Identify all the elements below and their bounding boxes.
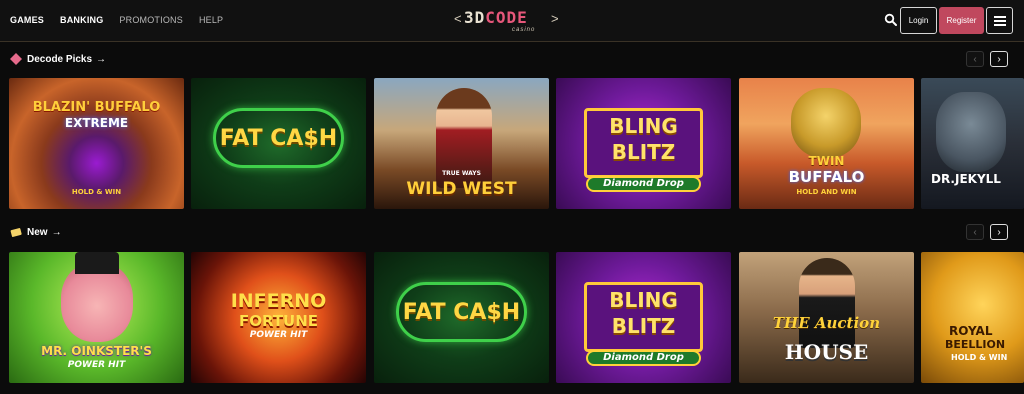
nav-help[interactable]: HELP — [199, 15, 223, 25]
register-button[interactable]: Register — [939, 7, 984, 34]
site-logo[interactable]: < 3DCODE > casino — [454, 8, 564, 34]
game-tile[interactable]: INFERNO FORTUNE POWER HIT — [191, 252, 366, 383]
game-tile[interactable]: BLING BLITZ Diamond Drop — [556, 78, 731, 209]
character-figure — [791, 88, 861, 158]
chevron-right-icon: › — [997, 226, 1001, 238]
game-tile[interactable]: MR. OINKSTER'S POWER HIT — [9, 252, 184, 383]
hamburger-menu-button[interactable] — [986, 7, 1013, 34]
top-hat — [75, 252, 119, 274]
hamburger-icon — [993, 15, 1006, 26]
game-tile[interactable]: THE Auction HOUSE — [739, 252, 914, 383]
game-tile[interactable]: TRUE WAYS WILD WEST — [374, 78, 549, 209]
character-figure — [61, 262, 133, 342]
login-button[interactable]: Login — [900, 7, 937, 34]
top-header: GAMES BANKING PROMOTIONS HELP < 3DCODE >… — [0, 0, 1024, 42]
chevron-right-icon: › — [997, 53, 1001, 65]
logo-subtitle: casino — [512, 27, 536, 33]
chevron-left-icon: ‹ — [973, 53, 977, 65]
diamond-icon — [10, 53, 22, 65]
logo-brand: 3DCODE — [464, 8, 528, 27]
game-tile[interactable]: DR.JEKYLL — [921, 78, 1024, 209]
arrow-right-icon: → — [51, 226, 62, 238]
ticket-icon — [10, 228, 22, 237]
game-tile[interactable]: BLING BLITZ Diamond Drop — [556, 252, 731, 383]
game-tile[interactable]: ROYAL BEELLION HOLD & WIN — [921, 252, 1024, 383]
chevron-left-icon: ‹ — [973, 226, 977, 238]
section-header-new[interactable]: New → — [10, 224, 62, 240]
logo-left-chevron-icon: < — [454, 11, 462, 26]
nav-banking[interactable]: BANKING — [60, 15, 103, 25]
logo-right-chevron-icon: > — [551, 11, 559, 26]
carousel-prev-button[interactable]: ‹ — [966, 224, 984, 240]
carousel-next-button[interactable]: › — [990, 224, 1008, 240]
character-figure — [936, 92, 1006, 172]
section-title: New — [27, 226, 48, 238]
search-icon[interactable] — [884, 13, 898, 27]
section-header-decode-picks[interactable]: Decode Picks → — [10, 51, 106, 67]
nav-promotions[interactable]: PROMOTIONS — [119, 15, 183, 25]
section-title: Decode Picks — [27, 53, 93, 65]
carousel-prev-button[interactable]: ‹ — [966, 51, 984, 67]
carousel-next-button[interactable]: › — [990, 51, 1008, 67]
game-tile[interactable]: TWIN BUFFALO HOLD AND WIN — [739, 78, 914, 209]
game-tile[interactable]: BLAZIN' BUFFALO EXTREME HOLD & WIN — [9, 78, 184, 209]
game-tile[interactable]: FAT CA$H — [374, 252, 549, 383]
game-tile[interactable]: FAT CA$H — [191, 78, 366, 209]
main-nav: GAMES BANKING PROMOTIONS HELP — [10, 15, 239, 25]
arrow-right-icon: → — [96, 53, 107, 65]
character-figure — [799, 258, 855, 348]
nav-games[interactable]: GAMES — [10, 15, 44, 25]
